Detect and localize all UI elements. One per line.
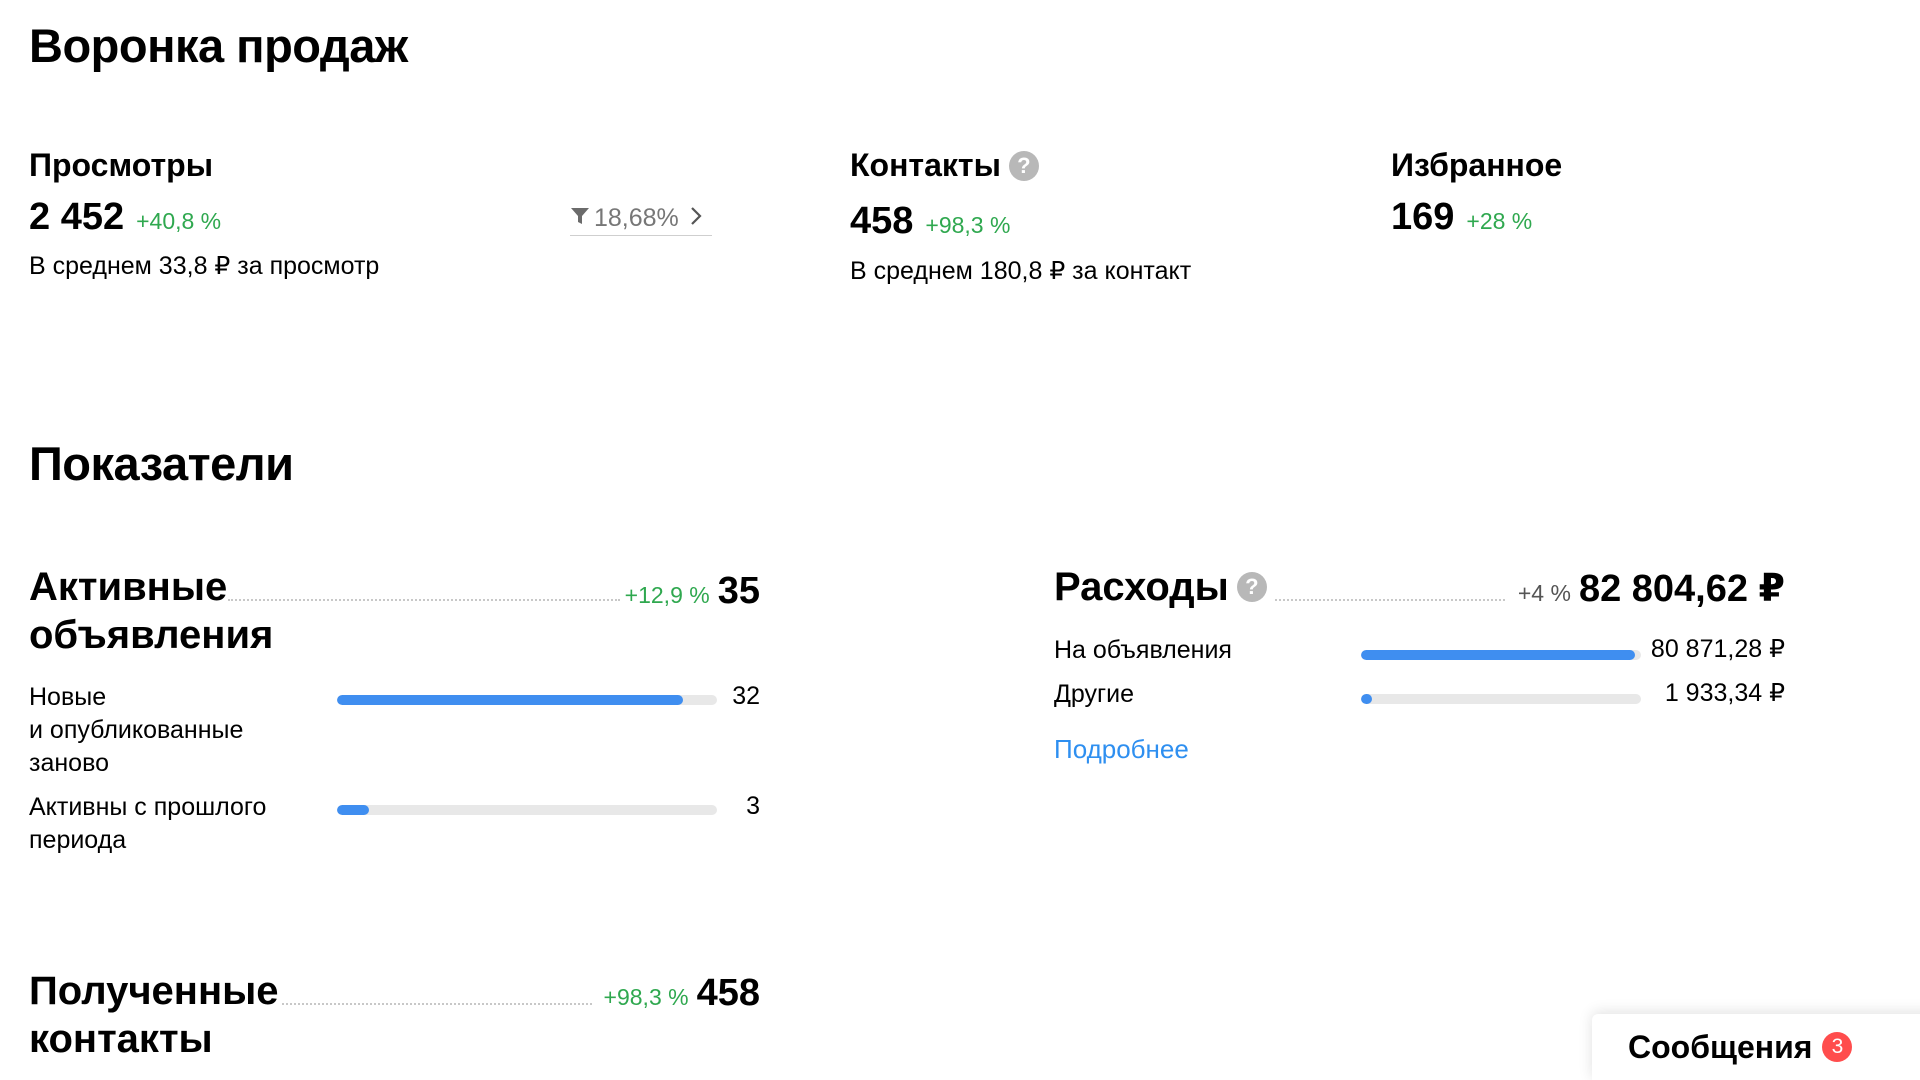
views-average: В среднем 33,8 ₽ за просмотр (29, 252, 380, 280)
contacts-title: Контакты (850, 147, 1001, 183)
chevron-right-icon (689, 204, 703, 233)
help-icon[interactable]: ? (1236, 572, 1267, 602)
ads-expenses-bar (1361, 650, 1641, 660)
active-ads-delta: +12,9 % (624, 582, 710, 608)
other-expenses-bar (1361, 694, 1641, 704)
contacts-header: Контакты ? (850, 147, 1039, 184)
favorites-title: Избранное (1391, 147, 1563, 183)
views-stat: 2 452 +40,8 % (29, 196, 221, 239)
dotted-leader (1275, 599, 1505, 601)
prev-period-ads-bar (337, 805, 717, 815)
other-expenses-bar-fill (1361, 694, 1373, 704)
filter-icon (570, 204, 590, 233)
ads-expenses-bar-fill (1361, 650, 1635, 660)
expenses-title: Расходы (1054, 565, 1229, 609)
new-ads-bar-fill (337, 695, 683, 705)
contacts-value: 458 (850, 200, 914, 242)
expenses-stat: +4 % 82 804,62 ₽ (1505, 566, 1785, 611)
new-ads-label: Новые и опубликованные заново (29, 683, 244, 777)
messages-label: Сообщения (1628, 1028, 1813, 1065)
expenses-value: 82 804,62 ₽ (1578, 568, 1785, 610)
indicators-title: Показатели (29, 437, 294, 490)
conversion-value: 18,68% (594, 204, 679, 232)
ads-expenses-value: 80 871,28 ₽ (1650, 635, 1785, 663)
active-ads-value: 35 (717, 570, 760, 612)
help-icon[interactable]: ? (1008, 150, 1039, 181)
prev-period-ads-value: 3 (746, 792, 760, 820)
favorites-delta: +28 % (1466, 208, 1533, 234)
received-contacts-value: 458 (696, 972, 760, 1014)
new-ads-bar (337, 695, 717, 705)
active-ads-title: Активные объявления (29, 565, 274, 657)
other-expenses-value: 1 933,34 ₽ (1664, 679, 1785, 707)
dotted-leader (282, 1003, 592, 1005)
more-details-link[interactable]: Подробнее (1054, 734, 1189, 765)
ads-expenses-label: На объявления (1054, 636, 1232, 664)
dotted-leader (228, 599, 620, 601)
other-expenses-label: Другие (1054, 680, 1135, 708)
messages-tab[interactable]: Сообщения 3 (1592, 1014, 1920, 1080)
expenses-delta: +4 % (1517, 580, 1571, 606)
contacts-average: В среднем 180,8 ₽ за контакт (850, 257, 1192, 285)
messages-count-badge: 3 (1822, 1032, 1853, 1062)
received-contacts-delta: +98,3 % (603, 984, 689, 1010)
views-value: 2 452 (29, 196, 125, 238)
prev-period-ads-bar-fill (337, 805, 370, 815)
active-ads-stat: +12,9 % 35 (625, 570, 760, 613)
favorites-stat: 169 +28 % (1391, 196, 1532, 239)
contacts-delta: +98,3 % (925, 212, 1011, 238)
views-delta: +40,8 % (136, 208, 222, 234)
views-title: Просмотры (29, 147, 214, 183)
favorites-value: 169 (1391, 196, 1455, 238)
received-contacts-stat: +98,3 % 458 (596, 972, 760, 1015)
prev-period-ads-label: Активны с прошлого периода (29, 793, 267, 854)
conversion-link[interactable]: 18,68% (570, 204, 712, 236)
funnel-title: Воронка продаж (29, 19, 408, 72)
contacts-stat: 458 +98,3 % (850, 200, 1010, 243)
expenses-header: Расходы ? (1054, 563, 1267, 611)
received-contacts-title: Полученные контакты (29, 969, 279, 1061)
new-ads-value: 32 (732, 682, 760, 710)
